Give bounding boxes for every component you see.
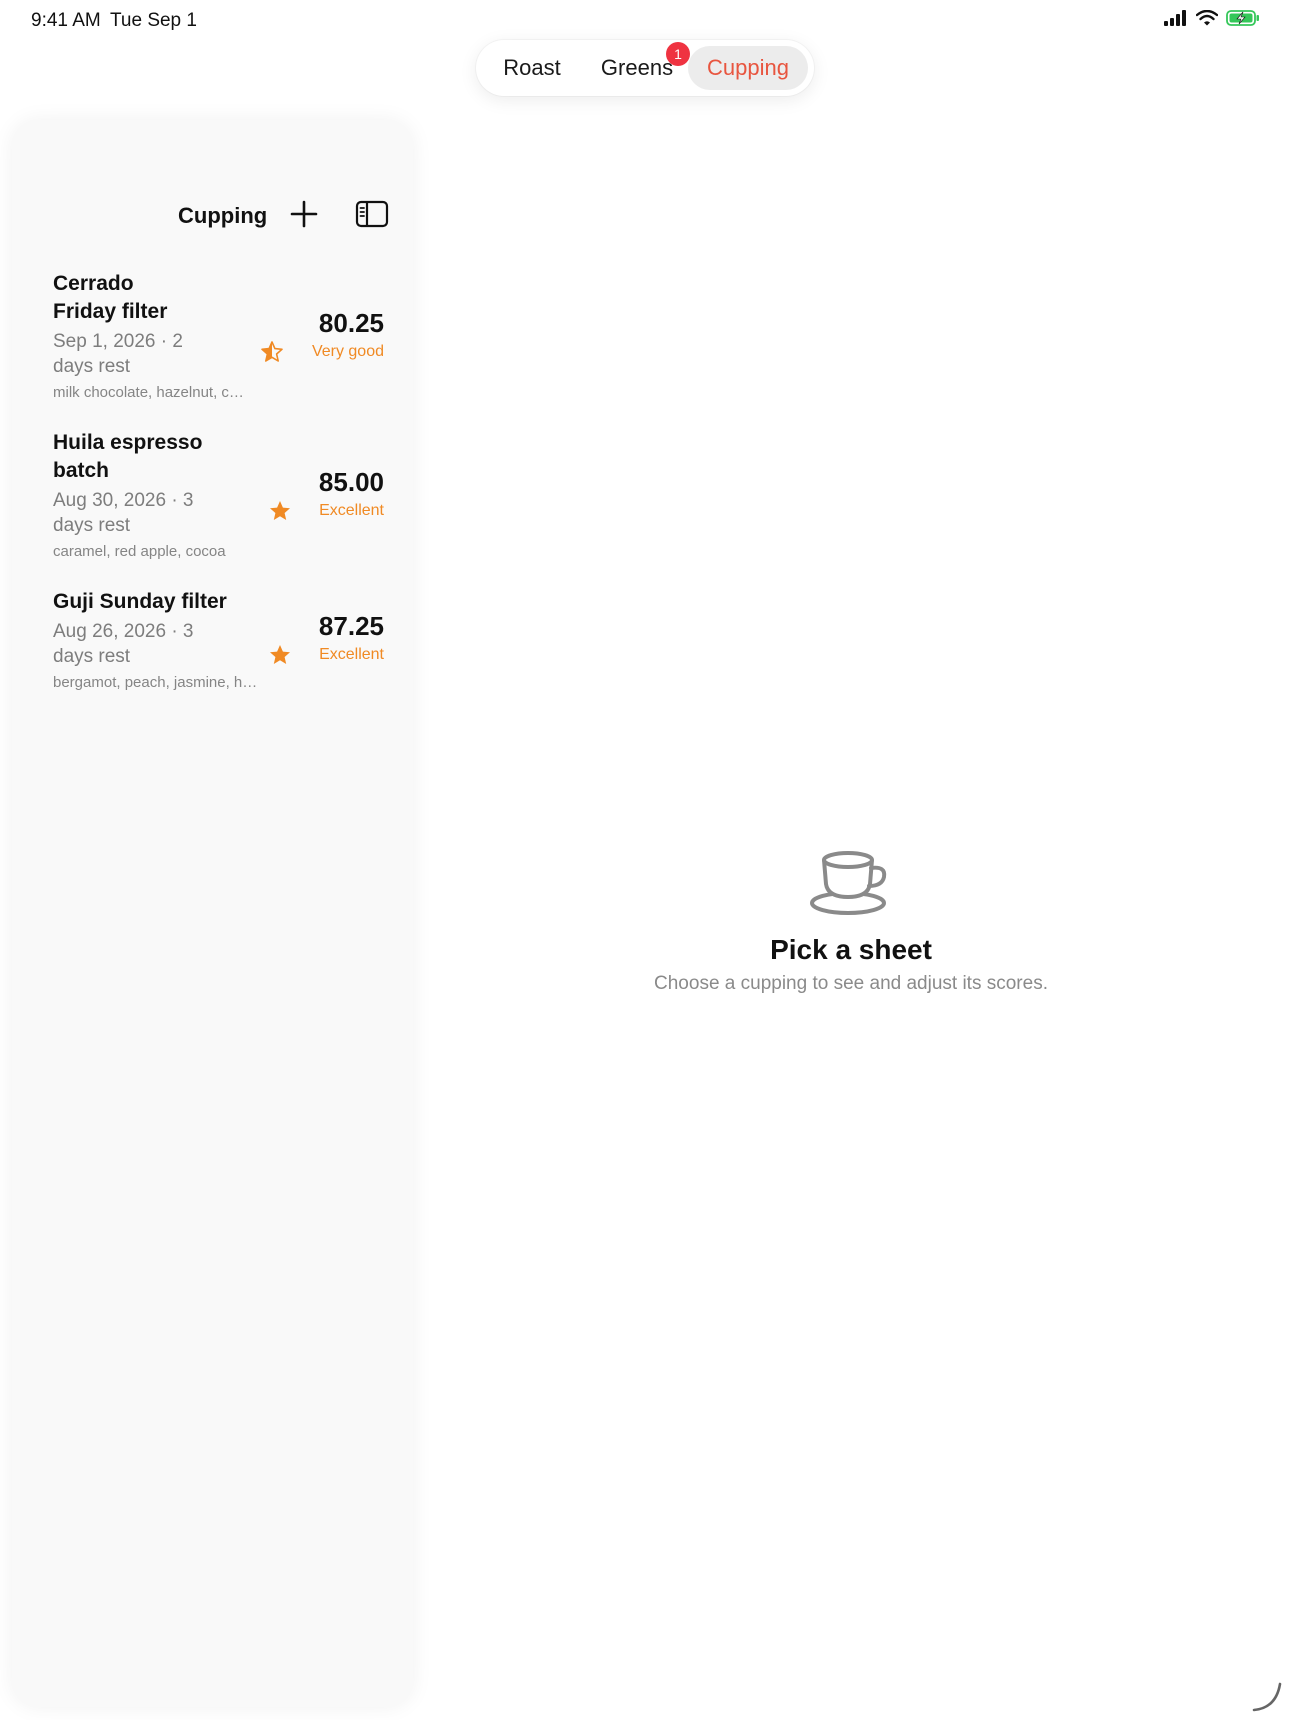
tab-bar: Roast Greens Cupping 1 (476, 40, 814, 96)
cupping-score: 87.25 (318, 611, 384, 641)
plus-icon[interactable] (288, 198, 320, 230)
cupping-notes: milk chocolate, hazelnut, caramel (53, 384, 249, 401)
cupping-title: Cerrado Friday filter (53, 272, 168, 323)
status-icons (1164, 10, 1260, 26)
greens-badge: 1 (666, 42, 690, 66)
cupping-rating: Excellent (319, 502, 384, 519)
status-time: 9:41 AM (31, 10, 101, 31)
wifi-icon (1196, 10, 1218, 26)
tab-cupping[interactable]: Cupping (688, 46, 808, 90)
cupping-score: 80.25 (318, 308, 384, 338)
half-star-icon (261, 341, 283, 362)
cupping-title: Guji Sunday filter (53, 590, 227, 613)
sidebar-toggle-icon[interactable] (355, 198, 389, 230)
sidebar: Cupping Cerrado Friday filter Sep 1, 202… (12, 120, 413, 1707)
cupping-title: Huila espresso batch (53, 431, 203, 482)
tab-cupping-label: Cupping (707, 55, 789, 80)
cupping-score: 85.00 (318, 467, 384, 497)
cupping-rating: Excellent (319, 646, 384, 663)
battery-charging-icon (1226, 10, 1259, 26)
cupping-date-rest: Sep 1, 2026 · 2 days rest (53, 331, 183, 377)
cupping-notes: caramel, red apple, cocoa (53, 543, 226, 560)
empty-state-subtitle: Choose a cupping to see and adjust its s… (654, 973, 1048, 994)
status-bar: 9:41 AM Tue Sep 1 (0, 0, 1290, 40)
cupping-date-rest: Aug 30, 2026 · 3 days rest (53, 490, 194, 536)
cupping-date-rest: Aug 26, 2026 · 3 days rest (53, 621, 194, 667)
star-icon (270, 645, 290, 664)
resize-handle[interactable] (1250, 1680, 1284, 1714)
tab-roast-label: Roast (503, 55, 561, 80)
empty-state-title: Pick a sheet (770, 934, 932, 965)
cupping-notes: bergamot, peach, jasmine, honey (53, 674, 261, 691)
status-date: Tue Sep 1 (110, 10, 197, 31)
cupping-rating: Very good (311, 343, 384, 360)
tab-roast[interactable]: Roast (490, 46, 574, 90)
cupping-list-item[interactable]: Huila espresso batch Aug 30, 2026 · 3 da… (53, 429, 393, 579)
cupping-list-item[interactable]: Guji Sunday filter Aug 26, 2026 · 3 days… (53, 588, 393, 708)
sidebar-title: Cupping (178, 203, 268, 228)
tab-greens-label: Greens (600, 55, 674, 80)
cellular-signal-icon (1164, 10, 1186, 26)
star-icon (270, 501, 290, 520)
cup-and-saucer-icon (810, 851, 887, 915)
cupping-list-item[interactable]: Cerrado Friday filter Sep 1, 2026 · 2 da… (53, 270, 393, 420)
